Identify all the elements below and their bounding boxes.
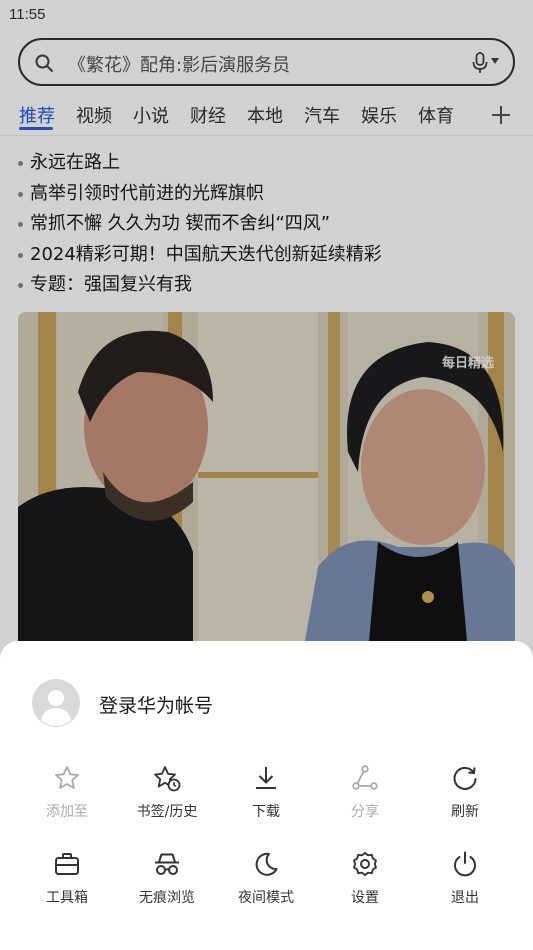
share-label: 分享 — [351, 804, 379, 820]
power-icon — [454, 851, 476, 877]
login-huawei-account[interactable]: 登录华为帐号 — [99, 691, 213, 718]
star-outline-icon — [55, 766, 79, 789]
exit-label: 退出 — [451, 890, 479, 906]
avatar[interactable] — [32, 679, 80, 727]
night-mode-button[interactable]: 夜间模式 — [216, 850, 316, 920]
share-button[interactable]: 分享 — [315, 764, 415, 834]
moon-icon — [255, 852, 278, 876]
refresh-label: 刷新 — [451, 804, 479, 820]
toolbox-icon — [55, 853, 79, 875]
exit-button[interactable]: 退出 — [415, 850, 515, 920]
download-button[interactable]: 下载 — [216, 764, 316, 834]
settings-button[interactable]: 设置 — [315, 850, 415, 920]
browser-menu-sheet: 登录华为帐号 添加至 书签/历史 下载 分享 刷新 工具箱 无痕浏览 夜间模式 … — [0, 641, 533, 950]
night-mode-label: 夜间模式 — [238, 890, 294, 906]
bookmarks-history-button[interactable]: 书签/历史 — [117, 764, 217, 834]
toolbox-button[interactable]: 工具箱 — [17, 850, 117, 920]
bookmark-history-icon — [154, 766, 181, 792]
toolbox-label: 工具箱 — [46, 890, 88, 906]
refresh-button[interactable]: 刷新 — [415, 764, 515, 834]
incognito-icon — [155, 853, 179, 875]
incognito-label: 无痕浏览 — [139, 890, 195, 906]
download-icon — [256, 767, 276, 789]
bookmarks-history-label: 书签/历史 — [136, 804, 198, 820]
gear-icon — [353, 852, 377, 876]
download-label: 下载 — [252, 804, 280, 820]
add-to-label: 添加至 — [46, 804, 88, 820]
share-icon — [352, 765, 378, 790]
add-to-button[interactable]: 添加至 — [17, 764, 117, 834]
settings-label: 设置 — [351, 890, 379, 906]
incognito-button[interactable]: 无痕浏览 — [117, 850, 217, 920]
refresh-icon — [453, 766, 477, 790]
